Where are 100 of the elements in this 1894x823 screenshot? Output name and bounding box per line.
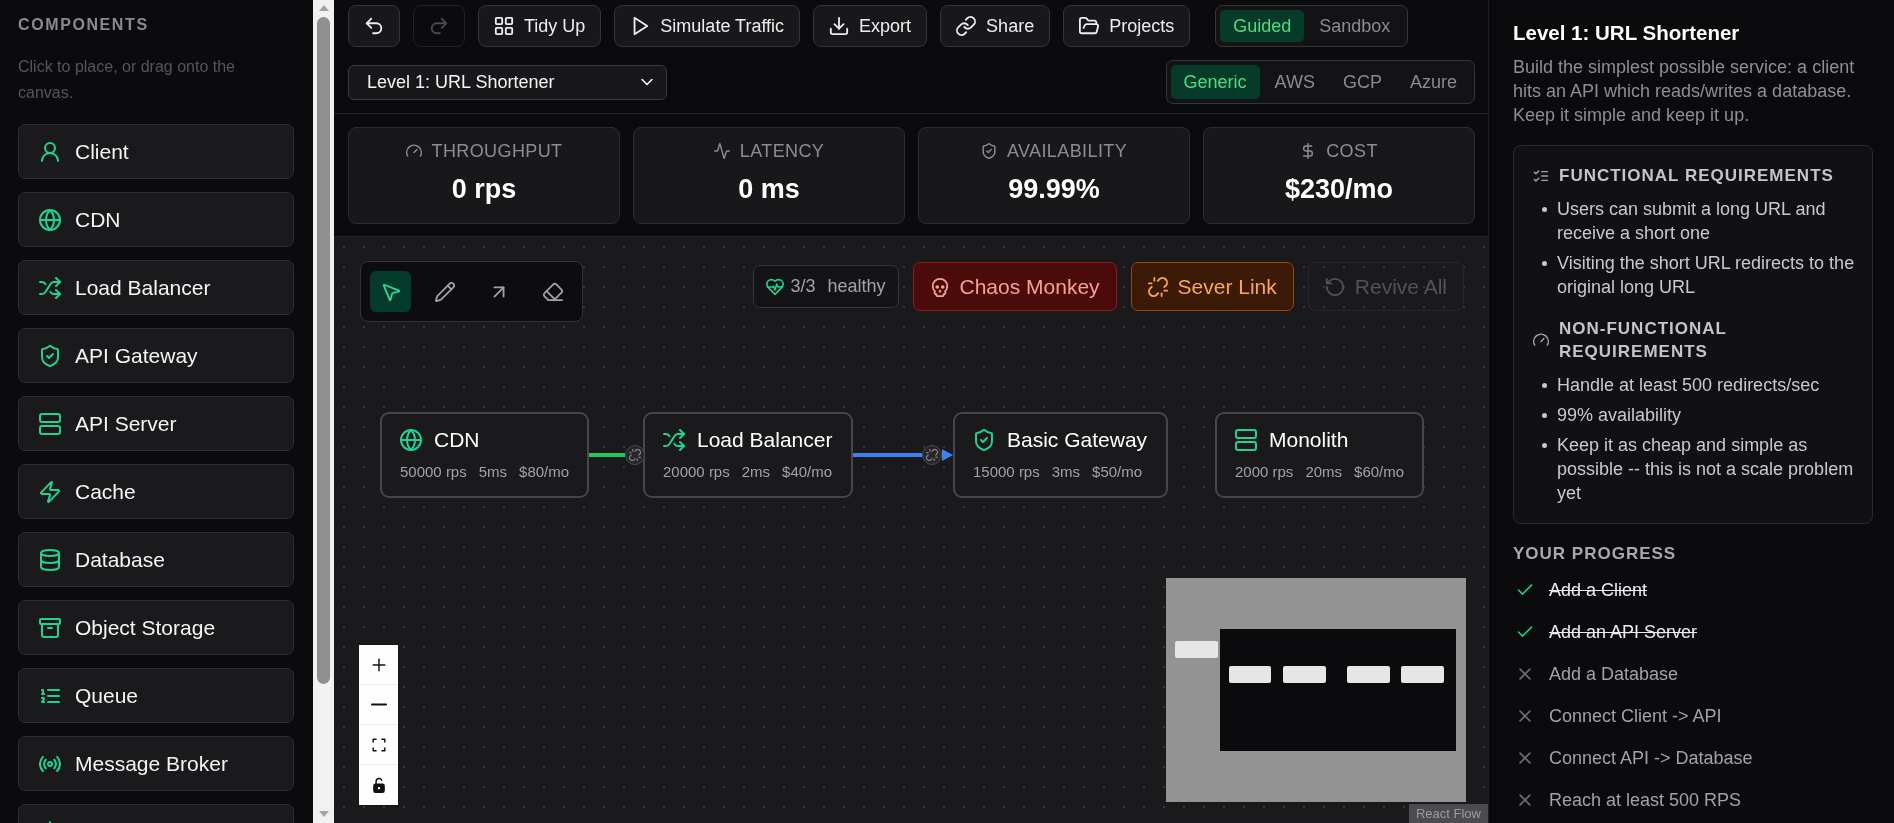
- metric-value: 0 ms: [738, 174, 800, 204]
- plus-icon: [370, 656, 387, 673]
- progress-heading: YOUR PROGRESS: [1513, 543, 1678, 565]
- level-description: Build the simplest possible service: a client hits an API which reads/writes a database. Keep it simple and keep it up.: [1513, 56, 1856, 127]
- minimap-node: [1175, 641, 1218, 658]
- metric-label: COST: [1326, 140, 1378, 162]
- mode-tab[interactable]: Guided: [1220, 10, 1305, 42]
- unlink-button[interactable]: [625, 445, 645, 465]
- node-latency: 20ms: [1305, 463, 1343, 481]
- component-item[interactable]: Client: [18, 124, 294, 179]
- minimap-node: [1229, 666, 1271, 683]
- minimap-node: [1347, 666, 1390, 683]
- node-throughput: 15000 rps: [973, 463, 1040, 481]
- bullet-icon: [1542, 413, 1547, 418]
- requirement-text: Visiting the short URL redirects to the original long URL: [1557, 252, 1856, 299]
- scrollbar[interactable]: [313, 0, 334, 823]
- service-node[interactable]: Monolith 2000 rps 20ms $60/mo: [1215, 412, 1424, 498]
- undo-button[interactable]: [348, 5, 400, 47]
- node-latency: 2ms: [741, 463, 771, 481]
- node-title: Monolith: [1269, 427, 1349, 453]
- metric-value: 0 rps: [451, 174, 517, 204]
- component-item[interactable]: Queue: [18, 668, 294, 723]
- node-cost: $80/mo: [519, 463, 570, 481]
- padlock-icon: [370, 777, 387, 793]
- redo-icon: [429, 16, 449, 36]
- link-icon: [956, 16, 977, 36]
- level-title: Level 1: URL Shortener: [1513, 20, 1741, 46]
- requirement-text: Keep it as cheap and simple as possible -- this is not a scale problem yet: [1557, 434, 1855, 505]
- globe-icon: [400, 429, 422, 451]
- unlink-button[interactable]: [922, 445, 942, 465]
- database-icon: [39, 548, 61, 571]
- server-icon: [1235, 429, 1257, 451]
- skull-icon: [929, 276, 950, 297]
- zoom-out-button[interactable]: [359, 685, 398, 725]
- progress-item: Add a Client: [1549, 579, 1648, 602]
- component-item[interactable]: CDN: [18, 192, 294, 247]
- mode-tab[interactable]: Sandbox: [1306, 10, 1404, 42]
- share-button[interactable]: Share: [940, 5, 1051, 47]
- node-throughput: 20000 rps: [663, 463, 730, 481]
- fit-view-button[interactable]: [359, 725, 398, 765]
- provider-tab[interactable]: AWS: [1261, 65, 1328, 99]
- metric-label: AVAILABILITY: [1006, 140, 1128, 162]
- progress-item: Add an API Server: [1549, 621, 1698, 644]
- node-title: CDN: [434, 427, 480, 453]
- node-cost: $40/mo: [782, 463, 833, 481]
- folder-icon: [1079, 16, 1100, 36]
- heart-pulse-icon: [766, 277, 785, 296]
- node-latency: 5ms: [478, 463, 508, 481]
- service-node[interactable]: Load Balancer 20000 rps 2ms $40/mo: [643, 412, 853, 498]
- simulate-traffic-button[interactable]: Simulate Traffic: [614, 5, 801, 47]
- requirement-text: Handle at least 500 redirects/sec: [1557, 374, 1820, 397]
- service-node[interactable]: Basic Gateway 15000 rps 3ms $50/mo: [953, 412, 1168, 498]
- pulse-icon: [713, 143, 730, 159]
- cursor-icon: [380, 281, 401, 302]
- component-item[interactable]: Message Broker: [18, 736, 294, 791]
- metric-value: 99.99%: [1008, 174, 1100, 204]
- tidy-up-button[interactable]: Tidy Up: [478, 5, 602, 47]
- node-title: Load Balancer: [697, 427, 833, 453]
- service-node[interactable]: CDN 50000 rps 5ms $80/mo: [380, 412, 589, 498]
- bullet-icon: [1542, 207, 1547, 212]
- progress-item: Connect Client -> API: [1549, 705, 1722, 728]
- gauge-icon: [1533, 332, 1549, 348]
- eraser-icon: [542, 281, 563, 302]
- shield-check-icon: [980, 143, 997, 159]
- component-item[interactable]: API Gateway: [18, 328, 294, 383]
- provider-tab[interactable]: Azure: [1396, 65, 1470, 99]
- tool-button[interactable]: [370, 271, 411, 312]
- bullet-icon: [1542, 261, 1547, 266]
- person-icon: [39, 140, 61, 163]
- provider-tab[interactable]: Generic: [1170, 65, 1260, 99]
- node-latency: 3ms: [1051, 463, 1081, 481]
- level-dropdown[interactable]: Level 1: URL Shortener: [348, 64, 667, 100]
- bullet-icon: [1542, 383, 1547, 388]
- component-item[interactable]: Object Storage: [18, 600, 294, 655]
- export-button[interactable]: Export: [813, 5, 928, 47]
- node-cost: $50/mo: [1092, 463, 1143, 481]
- requirement-text: Users can submit a long URL and receive a short one: [1557, 198, 1827, 245]
- download-icon: [829, 16, 850, 36]
- shield-check-icon: [973, 429, 995, 451]
- lock-button[interactable]: [359, 765, 398, 805]
- component-item[interactable]: Cache: [18, 464, 294, 519]
- shuffle-icon: [39, 276, 61, 299]
- zoom-in-button[interactable]: [359, 645, 398, 685]
- fit-view-icon: [370, 736, 387, 753]
- metric-label: THROUGHPUT: [431, 140, 563, 162]
- broken-link-icon: [629, 449, 641, 461]
- minimap-viewport[interactable]: [1220, 629, 1456, 751]
- component-item[interactable]: API Server: [18, 396, 294, 451]
- progress-item: Reach at least 500 RPS: [1549, 789, 1742, 812]
- scrollbar-thumb[interactable]: [317, 17, 330, 684]
- chaos-monkey-button[interactable]: Chaos Monkey: [912, 262, 1117, 311]
- component-item[interactable]: Database: [18, 532, 294, 587]
- server-icon: [39, 412, 61, 435]
- projects-button[interactable]: Projects: [1063, 5, 1191, 47]
- lightning-icon: [39, 480, 61, 503]
- minimap[interactable]: [1166, 578, 1466, 802]
- provider-tab[interactable]: GCP: [1329, 65, 1395, 99]
- health-count: 3/3: [790, 276, 816, 297]
- sever-link-button[interactable]: Sever Link: [1130, 262, 1294, 311]
- component-item[interactable]: Load Balancer: [18, 260, 294, 315]
